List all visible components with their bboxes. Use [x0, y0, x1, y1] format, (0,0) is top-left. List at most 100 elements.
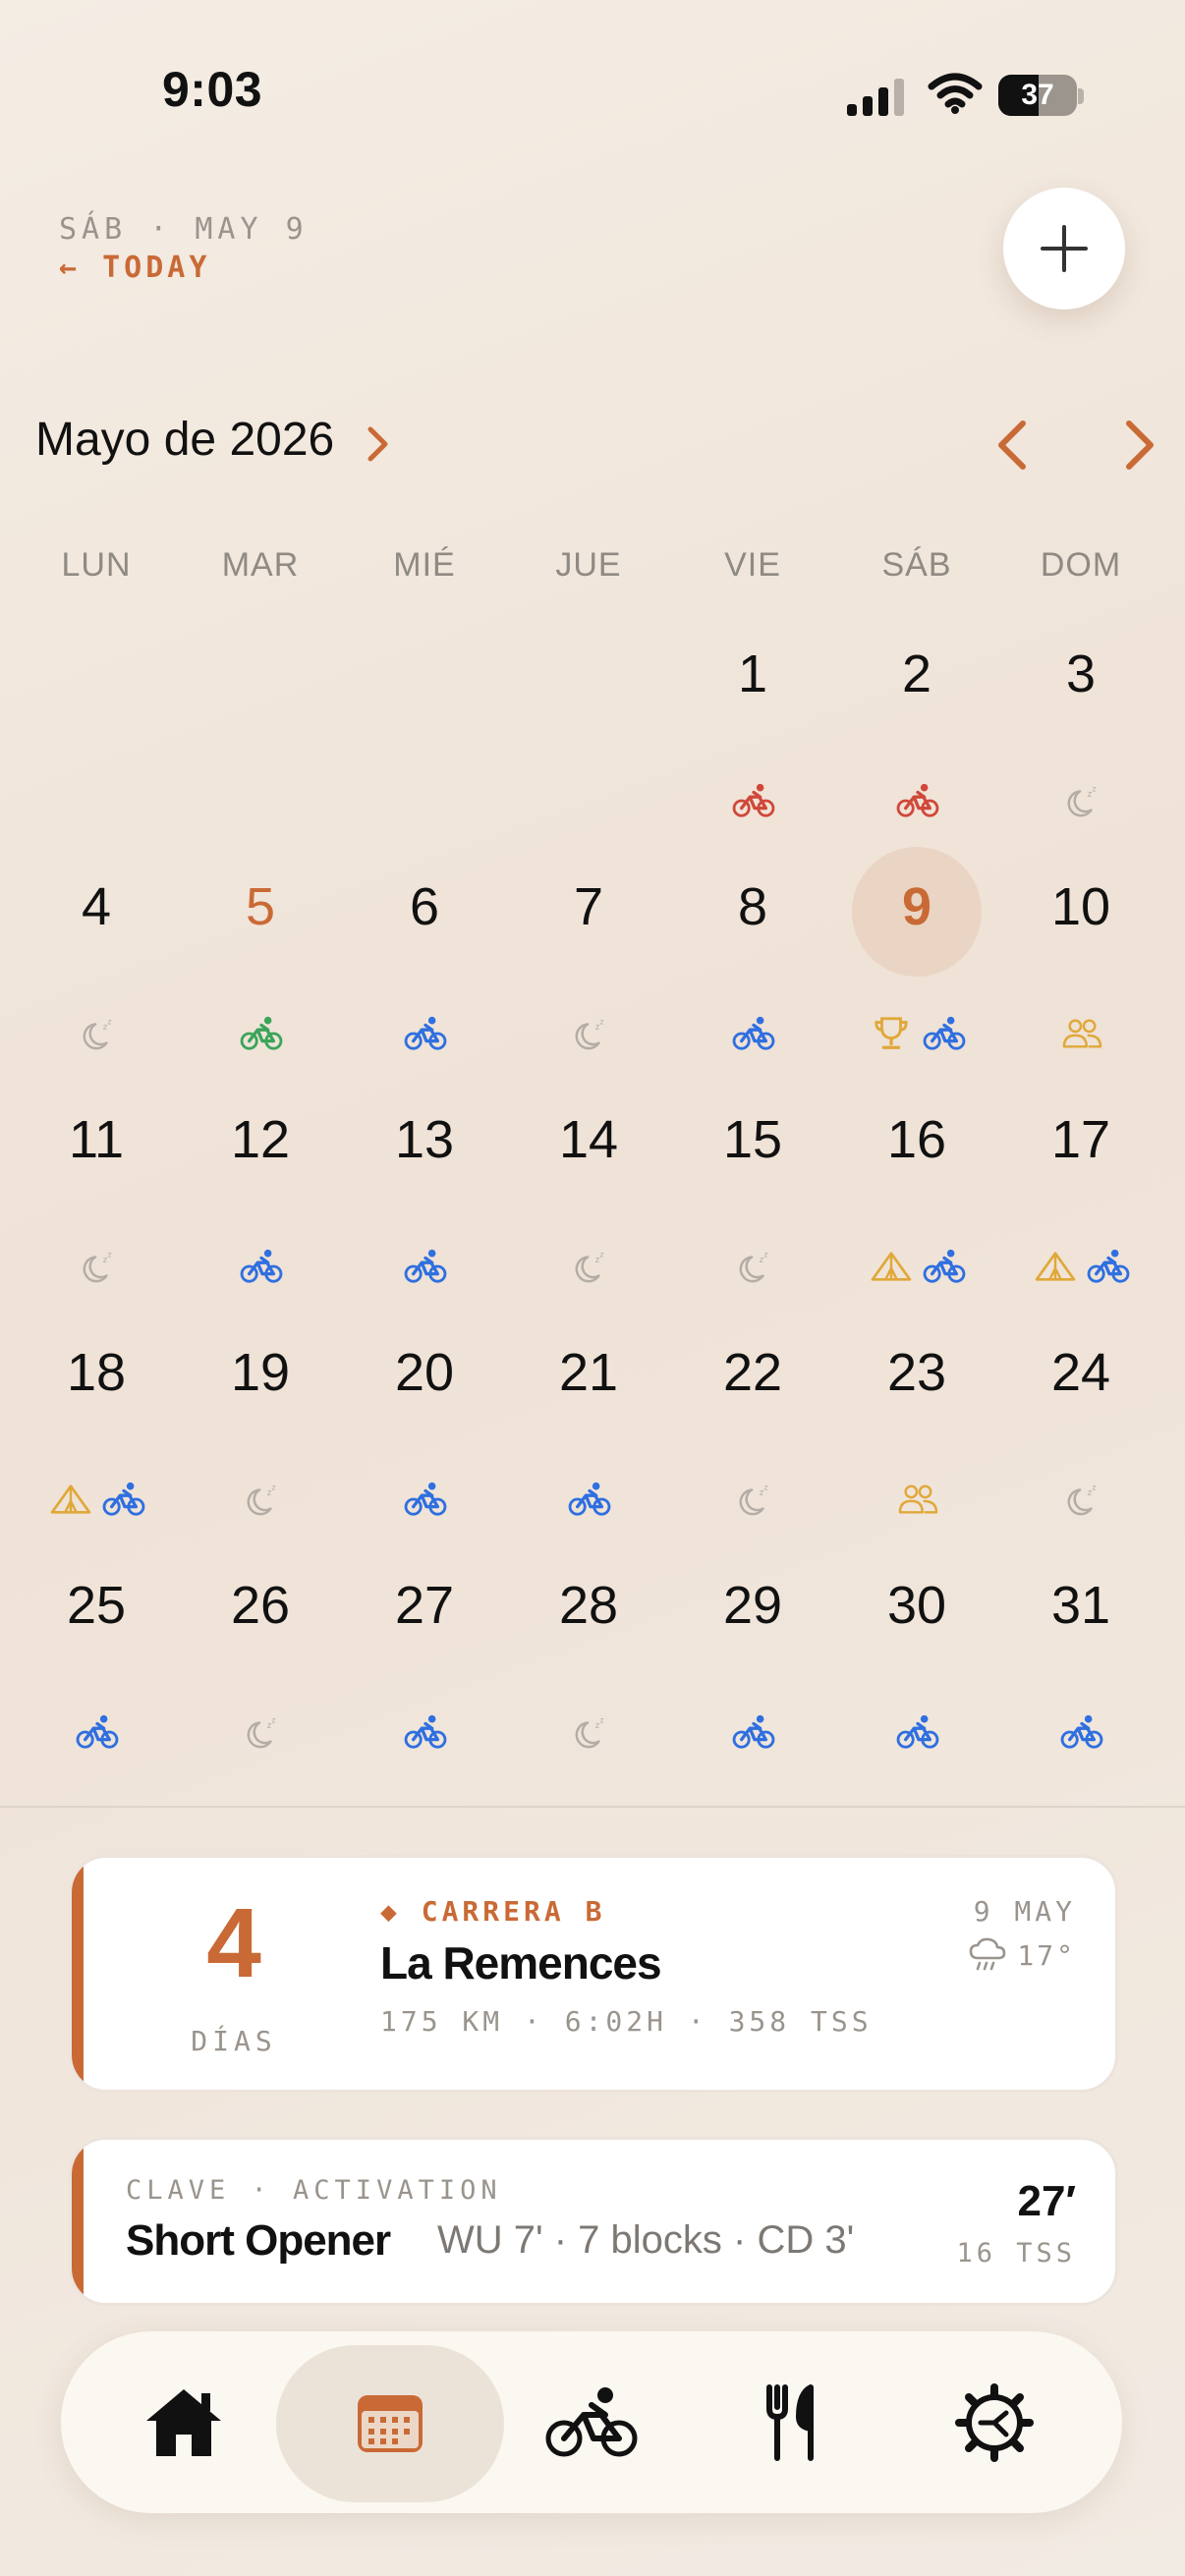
- day-activity-icons: [343, 1012, 507, 1055]
- day-activity-icons: z z: [507, 1245, 671, 1288]
- day-number: 31: [1050, 1576, 1111, 1635]
- tab-bar: [61, 2331, 1122, 2513]
- day-number: 30: [886, 1576, 947, 1635]
- camp-tent-icon: [50, 1484, 90, 1514]
- rest-moon-icon: z z: [575, 1716, 603, 1749]
- rest-moon-icon: z z: [1067, 1484, 1096, 1516]
- svg-text:z: z: [1092, 1484, 1096, 1492]
- calendar-icon: [358, 2394, 423, 2452]
- weekday-0: LUN: [61, 546, 132, 584]
- weekday-2: MIÉ: [393, 546, 456, 584]
- day-activity-icons: [999, 1012, 1163, 1055]
- day-number: 28: [558, 1576, 619, 1635]
- svg-text:z: z: [599, 1018, 603, 1027]
- camp-tent-icon: [1035, 1252, 1075, 1281]
- day-number: 10: [1050, 877, 1111, 936]
- current-date-label: SÁB · MAY 9: [59, 212, 309, 247]
- next-race-card[interactable]: 4 DÍAS ◆ CARRERA B La Remences 175 KM · …: [69, 1855, 1118, 2093]
- plus-icon: [1041, 225, 1088, 272]
- rest-moon-icon: z z: [739, 1484, 767, 1516]
- tab-home[interactable]: [85, 2331, 282, 2513]
- bike-icon: [240, 1249, 282, 1283]
- day-activity-icons: [835, 1012, 999, 1055]
- key-workout-card[interactable]: CLAVE · ACTIVATION Short Opener WU 7' · …: [69, 2137, 1118, 2306]
- day-activity-icons: [999, 1710, 1163, 1754]
- day-activity-icons: [179, 1245, 343, 1288]
- next-month-button[interactable]: [1115, 416, 1164, 475]
- home-icon: [146, 2388, 221, 2456]
- rest-moon-icon: z z: [247, 1716, 275, 1749]
- day-number: 16: [886, 1110, 947, 1169]
- bike-icon: [923, 1016, 965, 1050]
- group-ride-icon: [898, 1484, 937, 1514]
- battery-percent: 37: [1021, 79, 1054, 111]
- day-number: 12: [230, 1110, 291, 1169]
- race-stats: 175 KM · 6:02H · 358 TSS: [380, 2005, 873, 2038]
- bike-icon: [545, 2386, 638, 2456]
- month-title[interactable]: Mayo de 2026: [35, 413, 334, 467]
- card-accent-bar: [72, 2140, 84, 2303]
- workout-tss: 16 TSS: [956, 2238, 1076, 2268]
- bike-icon: [1060, 1714, 1102, 1749]
- today-link[interactable]: ← TODAY: [59, 251, 210, 285]
- day-number: 9: [901, 877, 932, 936]
- svg-text:z: z: [763, 1251, 767, 1260]
- days-label: DÍAS: [191, 2025, 277, 2057]
- day-activity-icons: z z: [999, 779, 1163, 822]
- workout-tag: CLAVE · ACTIVATION: [126, 2175, 502, 2206]
- tab-workouts[interactable]: [493, 2331, 690, 2513]
- day-number: 14: [558, 1110, 619, 1169]
- day-activity-icons: z z: [15, 1012, 179, 1055]
- race-weather: 17°: [968, 1936, 1076, 1974]
- bike-icon: [404, 1714, 446, 1749]
- day-number: 5: [245, 877, 276, 936]
- bike-icon: [1087, 1249, 1129, 1283]
- workout-name: Short Opener: [126, 2216, 391, 2265]
- tab-nutrition[interactable]: [695, 2331, 891, 2513]
- svg-text:z: z: [107, 1251, 111, 1260]
- settings-icon: [955, 2382, 1034, 2462]
- tab-calendar[interactable]: [292, 2331, 488, 2513]
- add-button[interactable]: [1003, 188, 1125, 309]
- day-number: 25: [66, 1576, 127, 1635]
- bike-icon: [102, 1482, 144, 1516]
- bike-icon: [896, 1714, 938, 1749]
- bike-icon: [923, 1249, 965, 1283]
- day-activity-icons: z z: [507, 1710, 671, 1754]
- day-activity-icons: z z: [671, 1478, 835, 1521]
- tab-settings[interactable]: [896, 2331, 1093, 2513]
- day-activity-icons: [15, 1710, 179, 1754]
- day-number: 19: [230, 1343, 291, 1402]
- previous-month-button[interactable]: [988, 416, 1037, 475]
- day-number: 18: [66, 1343, 127, 1402]
- bike-icon: [404, 1482, 446, 1516]
- day-activity-icons: [671, 1710, 835, 1754]
- day-activity-icons: [343, 1710, 507, 1754]
- day-activity-icons: [15, 1478, 179, 1521]
- bike-icon: [568, 1482, 610, 1516]
- group-ride-icon: [1062, 1019, 1101, 1048]
- divider: [0, 1806, 1185, 1808]
- day-activity-icons: z z: [999, 1478, 1163, 1521]
- svg-text:z: z: [1092, 785, 1096, 794]
- day-activity-icons: [835, 779, 999, 822]
- days-until-race: 4: [206, 1888, 261, 1998]
- day-activity-icons: z z: [507, 1012, 671, 1055]
- day-number: 13: [394, 1110, 455, 1169]
- race-date: 9 MAY: [973, 1895, 1076, 1928]
- day-activity-icons: z z: [671, 1245, 835, 1288]
- bike-icon: [732, 1714, 774, 1749]
- day-activity-icons: z z: [15, 1245, 179, 1288]
- day-number: 20: [394, 1343, 455, 1402]
- day-number: 2: [901, 644, 932, 703]
- day-number: 17: [1050, 1110, 1111, 1169]
- day-activity-icons: [835, 1478, 999, 1521]
- day-number: 4: [81, 877, 112, 936]
- chevron-right-icon[interactable]: [366, 424, 391, 464]
- bike-icon: [732, 1016, 774, 1050]
- day-activity-icons: [343, 1245, 507, 1288]
- day-number: 11: [68, 1110, 125, 1169]
- race-bike-icon: [732, 783, 774, 817]
- rain-cloud-icon: [970, 1937, 1006, 1971]
- camp-tent-icon: [871, 1252, 911, 1281]
